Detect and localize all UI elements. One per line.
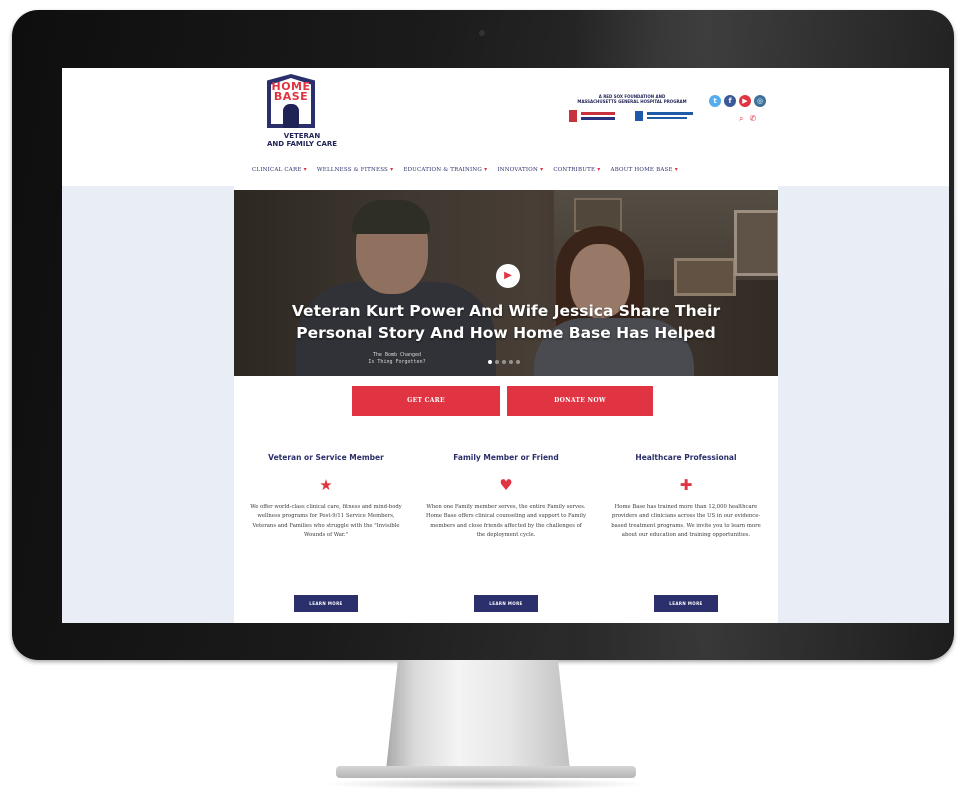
get-care-button[interactable]: GET CARE [352,386,500,416]
card-veteran: Veteran or Service Member ★ We offer wor… [242,453,410,623]
card-text: We offer world-class clinical care, fitn… [250,504,402,539]
shirt-line-2: Is Thing Forgotten? [368,359,426,365]
main-nav: CLINICAL CARE WELLNESS & FITNESS EDUCATI… [252,162,678,176]
webcam-dot [479,30,485,36]
screen: HOME BASE VETERAN AND FAMILY CARE A RED … [62,68,949,623]
twitter-icon[interactable]: t [709,95,721,107]
shirt-line-1: The Bomb Changed [372,352,422,358]
instagram-icon[interactable]: ◎ [754,95,766,107]
nav-education-training[interactable]: EDUCATION & TRAINING [403,166,487,173]
hero-title-line-1: Veteran Kurt Power And Wife Jessica Shar… [291,302,721,320]
slider-dot[interactable] [509,360,513,364]
card-title: Healthcare Professional [635,453,737,462]
phone-icon[interactable]: ✆ [749,114,756,124]
play-icon[interactable]: ▶ [496,264,520,288]
card-title: Family Member or Friend [453,453,559,462]
soldier-silhouette-icon [283,104,299,128]
shirt-print: The Bomb Changed Is Thing Forgotten? [352,352,442,366]
stand-shadow [320,778,650,790]
nav-wellness-fitness[interactable]: WELLNESS & FITNESS [317,166,393,173]
hero-video[interactable]: ▶ Veteran Kurt Power And Wife Jessica Sh… [234,190,778,376]
facebook-icon[interactable]: f [724,95,736,107]
nav-contribute[interactable]: CONTRIBUTE [553,166,600,173]
partner-block: A RED SOX FOUNDATION AND MASSACHUSETTS G… [557,94,707,130]
logo-tagline: VETERAN AND FAMILY CARE [257,132,347,148]
monitor-stand-base [336,766,636,778]
cta-row: GET CARE DONATE NOW [352,386,653,416]
monitor-bezel: HOME BASE VETERAN AND FAMILY CARE A RED … [12,10,954,660]
card-title: Veteran or Service Member [268,453,384,462]
card-family: Family Member or Friend ♥ When one Famil… [422,453,590,623]
learn-more-button[interactable]: LEARN MORE [294,595,358,612]
social-links: t f ▶ ◎ [709,95,766,107]
donate-now-button[interactable]: DONATE NOW [507,386,653,416]
red-sox-foundation-logo[interactable] [569,110,621,122]
logo-base-text: BASE [273,90,309,103]
card-text: When one Family member serves, the entir… [426,504,586,539]
slider-dot[interactable] [502,360,506,364]
heart-icon: ♥ [499,476,513,494]
slider-dot[interactable] [488,360,492,364]
nav-clinical-care[interactable]: CLINICAL CARE [252,166,307,173]
plus-icon: ✚ [679,476,693,494]
header-tools: ⌕ ✆ [739,114,756,124]
site-header: HOME BASE VETERAN AND FAMILY CARE A RED … [62,68,949,186]
youtube-icon[interactable]: ▶ [739,95,751,107]
card-text: Home Base has trained more than 12,000 h… [611,504,761,539]
search-icon[interactable]: ⌕ [739,114,743,124]
logo-tagline-2: AND FAMILY CARE [266,140,338,148]
monitor-stand [386,660,570,770]
slider-dot[interactable] [516,360,520,364]
slider-dots [488,360,520,364]
card-healthcare: Healthcare Professional ✚ Home Base has … [602,453,770,623]
home-base-logo[interactable]: HOME BASE VETERAN AND FAMILY CARE [257,74,347,162]
nav-about-home-base[interactable]: ABOUT HOME BASE [611,166,679,173]
learn-more-button[interactable]: LEARN MORE [474,595,538,612]
nav-innovation[interactable]: INNOVATION [497,166,543,173]
hero-title: Veteran Kurt Power And Wife Jessica Shar… [254,300,758,344]
star-icon: ★ [319,476,333,494]
slider-dot[interactable] [495,360,499,364]
logo-tagline-1: VETERAN [283,132,321,140]
hero-title-line-2: Personal Story And How Home Base Has Hel… [296,324,716,342]
mgh-logo[interactable] [635,111,697,121]
partner-line-2: MASSACHUSETTS GENERAL HOSPITAL PROGRAM [577,99,687,104]
learn-more-button[interactable]: LEARN MORE [654,595,718,612]
logo-wordmark: HOME BASE [269,81,313,103]
